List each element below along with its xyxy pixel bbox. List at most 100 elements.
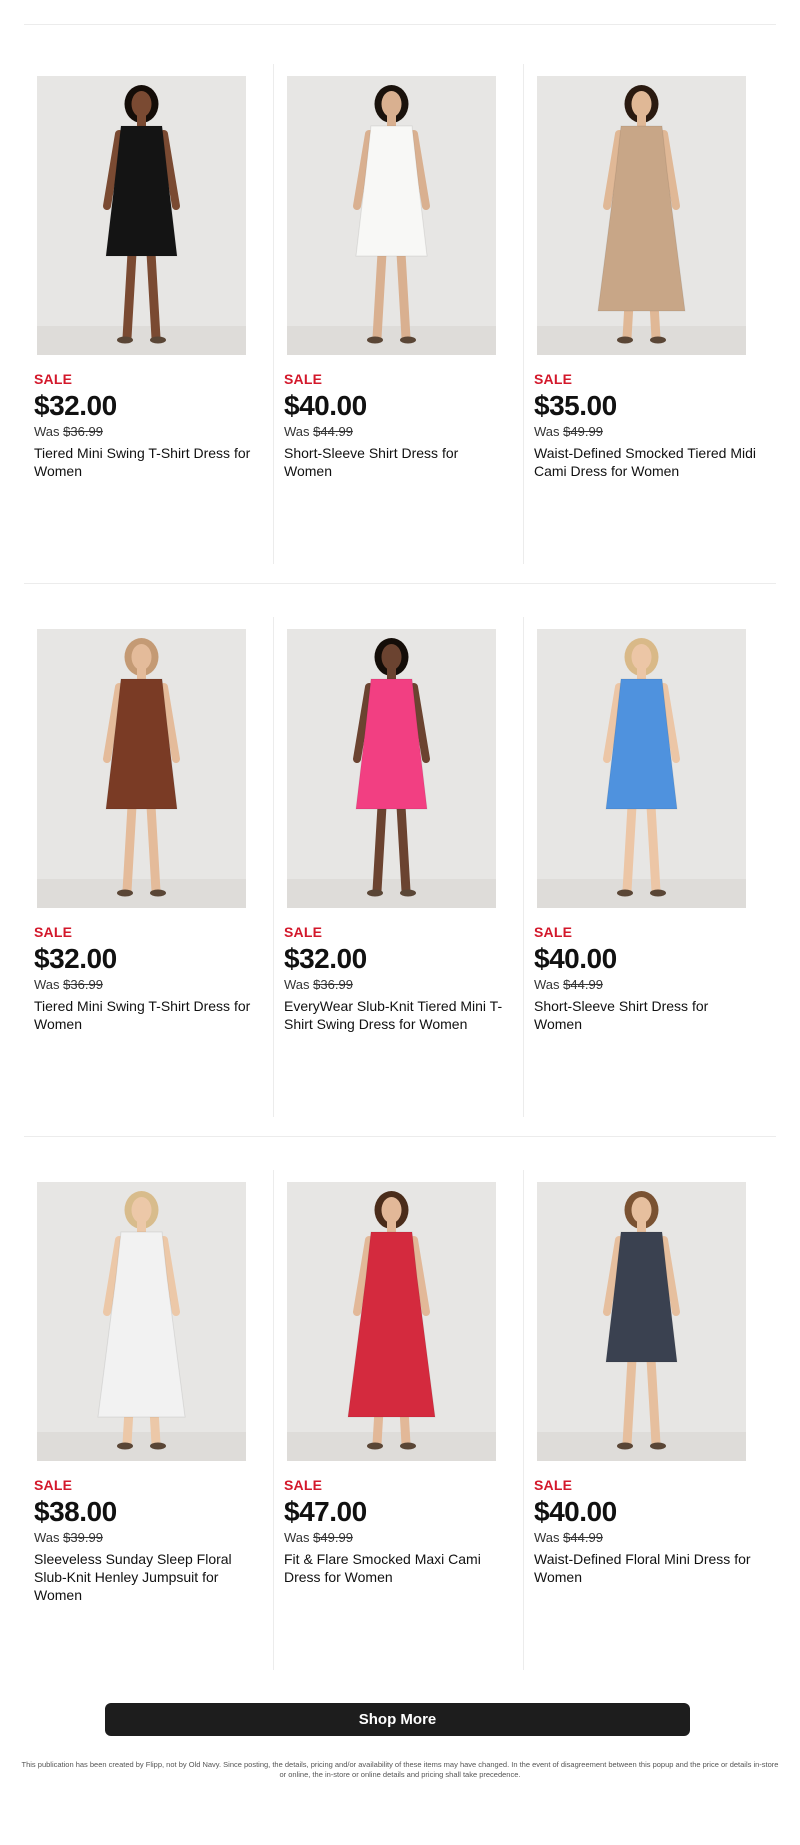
model-shoe bbox=[150, 336, 166, 344]
model-shoe bbox=[400, 336, 416, 344]
was-label: Was bbox=[34, 1530, 60, 1545]
was-price-line: Was $49.99 bbox=[534, 424, 603, 439]
was-price: $49.99 bbox=[563, 424, 603, 439]
product-card[interactable]: SALE $32.00 Was $36.99 Tiered Mini Swing… bbox=[24, 24, 274, 564]
model-shoe bbox=[650, 336, 666, 344]
product-row-2: SALE $32.00 Was $36.99 Tiered Mini Swing… bbox=[24, 577, 776, 1117]
model-photo-illustration bbox=[37, 629, 246, 908]
product-name[interactable]: Fit & Flare Smocked Maxi Cami Dress for … bbox=[284, 1550, 509, 1586]
product-card[interactable]: SALE $35.00 Was $49.99 Waist-Defined Smo… bbox=[524, 24, 774, 564]
product-image[interactable] bbox=[287, 76, 496, 355]
model-shoe bbox=[117, 1442, 133, 1450]
was-price-line: Was $44.99 bbox=[284, 424, 353, 439]
sale-product-page: SALE $32.00 Was $36.99 Tiered Mini Swing… bbox=[0, 0, 800, 1845]
model-shoe bbox=[117, 336, 133, 344]
product-card[interactable]: SALE $40.00 Was $44.99 Short-Sleeve Shir… bbox=[524, 577, 774, 1117]
product-image[interactable] bbox=[537, 1182, 746, 1461]
product-image[interactable] bbox=[37, 1182, 246, 1461]
model-shoe bbox=[650, 889, 666, 897]
model-shoe bbox=[367, 889, 383, 897]
was-price-line: Was $36.99 bbox=[284, 977, 353, 992]
model-photo-illustration bbox=[537, 76, 746, 355]
was-price: $44.99 bbox=[563, 1530, 603, 1545]
product-row-1: SALE $32.00 Was $36.99 Tiered Mini Swing… bbox=[24, 24, 776, 564]
model-shoe bbox=[367, 336, 383, 344]
product-card[interactable]: SALE $47.00 Was $49.99 Fit & Flare Smock… bbox=[274, 1130, 524, 1670]
was-label: Was bbox=[534, 977, 560, 992]
product-image[interactable] bbox=[37, 629, 246, 908]
shop-more-button[interactable]: Shop More bbox=[105, 1703, 690, 1736]
product-card[interactable]: SALE $32.00 Was $36.99 Tiered Mini Swing… bbox=[24, 577, 274, 1117]
product-image[interactable] bbox=[537, 76, 746, 355]
model-shoe bbox=[617, 336, 633, 344]
product-image[interactable] bbox=[537, 629, 746, 908]
model-face bbox=[381, 91, 402, 117]
photo-floor bbox=[537, 326, 746, 355]
was-price-line: Was $49.99 bbox=[284, 1530, 353, 1545]
sale-badge: SALE bbox=[534, 371, 573, 387]
product-card[interactable]: SALE $40.00 Was $44.99 Waist-Defined Flo… bbox=[524, 1130, 774, 1670]
was-price-line: Was $36.99 bbox=[34, 977, 103, 992]
model-photo-illustration bbox=[537, 629, 746, 908]
sale-badge: SALE bbox=[34, 371, 73, 387]
was-price: $49.99 bbox=[313, 1530, 353, 1545]
sale-price: $35.00 bbox=[534, 390, 617, 421]
model-shoe bbox=[367, 1442, 383, 1450]
was-price: $44.99 bbox=[313, 424, 353, 439]
was-label: Was bbox=[284, 977, 310, 992]
was-price-line: Was $44.99 bbox=[534, 1530, 603, 1545]
photo-floor bbox=[537, 879, 746, 908]
sale-badge: SALE bbox=[34, 924, 73, 940]
was-price: $36.99 bbox=[313, 977, 353, 992]
model-face bbox=[381, 644, 402, 670]
product-name[interactable]: Tiered Mini Swing T-Shirt Dress for Wome… bbox=[34, 997, 259, 1033]
was-label: Was bbox=[534, 1530, 560, 1545]
product-name[interactable]: Waist-Defined Smocked Tiered Midi Cami D… bbox=[534, 444, 759, 480]
was-price: $39.99 bbox=[63, 1530, 103, 1545]
model-face bbox=[631, 644, 652, 670]
was-label: Was bbox=[534, 424, 560, 439]
model-face bbox=[131, 1197, 152, 1223]
sale-badge: SALE bbox=[534, 924, 573, 940]
product-name[interactable]: Tiered Mini Swing T-Shirt Dress for Wome… bbox=[34, 444, 259, 480]
product-name[interactable]: Sleeveless Sunday Sleep Floral Slub-Knit… bbox=[34, 1550, 259, 1604]
photo-floor bbox=[37, 326, 246, 355]
model-shoe bbox=[117, 889, 133, 897]
product-image[interactable] bbox=[287, 1182, 496, 1461]
photo-floor bbox=[37, 1432, 246, 1461]
sale-badge: SALE bbox=[284, 371, 323, 387]
model-shoe bbox=[400, 889, 416, 897]
product-card[interactable]: SALE $32.00 Was $36.99 EveryWear Slub-Kn… bbox=[274, 577, 524, 1117]
model-face bbox=[131, 644, 152, 670]
product-name[interactable]: Short-Sleeve Shirt Dress for Women bbox=[534, 997, 759, 1033]
sale-price: $32.00 bbox=[34, 390, 117, 421]
sale-badge: SALE bbox=[534, 1477, 573, 1493]
was-label: Was bbox=[284, 1530, 310, 1545]
product-card[interactable]: SALE $40.00 Was $44.99 Short-Sleeve Shir… bbox=[274, 24, 524, 564]
product-name[interactable]: EveryWear Slub-Knit Tiered Mini T-Shirt … bbox=[284, 997, 509, 1033]
photo-floor bbox=[287, 1432, 496, 1461]
was-price-line: Was $36.99 bbox=[34, 424, 103, 439]
sale-badge: SALE bbox=[284, 924, 323, 940]
was-price-line: Was $44.99 bbox=[534, 977, 603, 992]
product-card[interactable]: SALE $38.00 Was $39.99 Sleeveless Sunday… bbox=[24, 1130, 274, 1670]
model-face bbox=[381, 1197, 402, 1223]
model-photo-illustration bbox=[537, 1182, 746, 1461]
was-label: Was bbox=[34, 977, 60, 992]
was-price: $36.99 bbox=[63, 424, 103, 439]
photo-floor bbox=[287, 326, 496, 355]
product-image[interactable] bbox=[37, 76, 246, 355]
sale-badge: SALE bbox=[284, 1477, 323, 1493]
model-shoe bbox=[617, 1442, 633, 1450]
was-price: $36.99 bbox=[63, 977, 103, 992]
model-photo-illustration bbox=[37, 76, 246, 355]
model-shoe bbox=[650, 1442, 666, 1450]
was-label: Was bbox=[284, 424, 310, 439]
product-name[interactable]: Waist-Defined Floral Mini Dress for Wome… bbox=[534, 1550, 759, 1586]
sale-price: $40.00 bbox=[534, 943, 617, 974]
product-name[interactable]: Short-Sleeve Shirt Dress for Women bbox=[284, 444, 509, 480]
product-row-3: SALE $38.00 Was $39.99 Sleeveless Sunday… bbox=[24, 1130, 776, 1670]
sale-price: $40.00 bbox=[284, 390, 367, 421]
product-image[interactable] bbox=[287, 629, 496, 908]
model-face bbox=[631, 91, 652, 117]
